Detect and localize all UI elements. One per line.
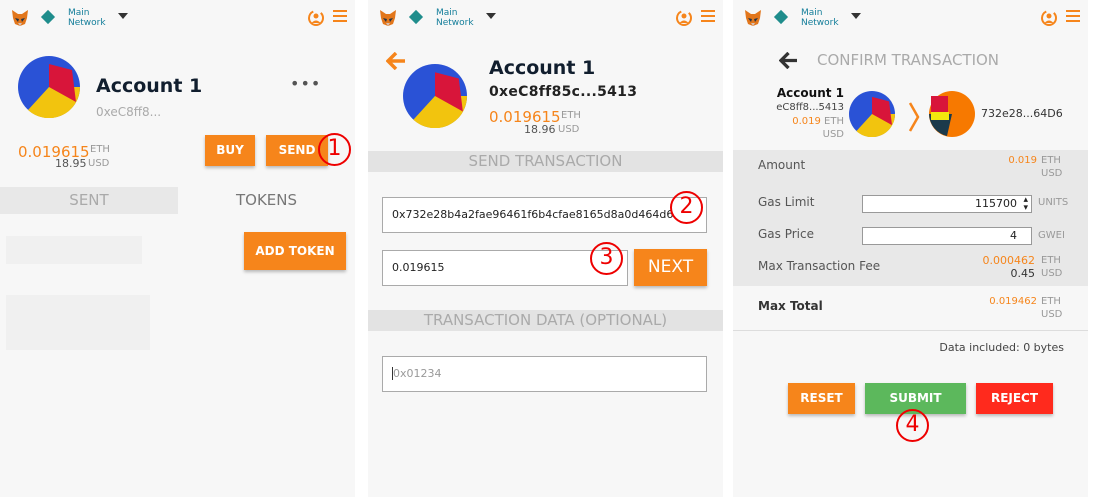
step-marker-2: 2 (670, 191, 703, 224)
from-account-avatar (849, 91, 895, 137)
section-send-transaction: SEND TRANSACTION (368, 151, 723, 172)
chevron-right-icon (908, 102, 920, 132)
metamask-fox-icon[interactable] (378, 8, 398, 28)
divider (733, 330, 1088, 331)
gas-price-input[interactable]: 4 (862, 227, 1032, 245)
reject-button[interactable]: REJECT (976, 383, 1053, 414)
top-bar: Main Network (368, 0, 723, 37)
to-address: 732e28...64D6 (981, 107, 1063, 120)
chevron-down-icon[interactable] (486, 13, 496, 19)
eth-unit: ETH (561, 110, 581, 121)
transaction-data-input[interactable]: 0x01234 (382, 356, 707, 392)
to-account-avatar (929, 91, 975, 137)
usd-balance: 18.95 (55, 157, 87, 170)
stepper-arrows-icon[interactable]: ▴ ▾ (1023, 196, 1028, 213)
max-total-usd-unit: USD (1041, 309, 1063, 320)
tab-sent[interactable]: SENT (0, 187, 178, 214)
from-balance: 0.019 ETH (733, 116, 844, 127)
network-icon[interactable] (40, 9, 56, 25)
add-token-button[interactable]: ADD TOKEN (244, 232, 346, 270)
network-icon[interactable] (408, 9, 424, 25)
reset-button[interactable]: RESET (788, 383, 855, 414)
metamask-fox-icon[interactable] (743, 8, 763, 28)
from-eth-unit: ETH (824, 116, 844, 127)
network-selector[interactable]: Main Network (801, 8, 839, 28)
chevron-down-icon[interactable] (118, 13, 128, 19)
eth-unit: ETH (90, 144, 110, 155)
account-address[interactable]: 0xeC8ff85c...5413 (489, 84, 637, 100)
data-placeholder: 0x01234 (392, 367, 442, 380)
token-placeholder-row (6, 295, 150, 350)
account-name: Account 1 (489, 57, 596, 79)
usd-unit: USD (88, 158, 110, 169)
buy-button[interactable]: BUY (205, 135, 255, 166)
wallet-panel-send: Main Network Account 1 0xeC8ff85c...5413 … (368, 0, 723, 497)
gas-limit-unit: UNITS (1038, 197, 1069, 208)
gas-limit-label: Gas Limit (758, 195, 815, 209)
hamburger-menu-icon[interactable] (333, 10, 347, 23)
amount-value: 0.019 (1008, 155, 1037, 166)
usd-unit: USD (558, 124, 580, 135)
tab-tokens[interactable]: TOKENS (178, 187, 355, 214)
hamburger-menu-icon[interactable] (1066, 10, 1080, 23)
step-marker-4: 4 (896, 409, 929, 442)
usd-balance: 18.96 (524, 123, 556, 136)
from-usd-unit: USD (822, 129, 844, 140)
from-eth-value: 0.019 (792, 116, 821, 127)
max-total-eth-unit: ETH (1041, 296, 1061, 307)
account-address[interactable]: 0xeC8ff8... (96, 105, 161, 119)
max-fee-eth-unit: ETH (1041, 255, 1061, 266)
top-bar: Main Network (0, 0, 355, 37)
recipient-address-input[interactable]: 0x732e28b4a2fae96461f6b4cfae8165d8a0d464… (382, 197, 707, 233)
network-icon[interactable] (773, 9, 789, 25)
max-fee-usd-unit: USD (1041, 268, 1063, 279)
amount-usd-unit: USD (1041, 168, 1063, 179)
account-avatar (403, 64, 467, 128)
metamask-fox-icon[interactable] (10, 8, 30, 28)
max-fee-usd: 0.45 (1010, 267, 1036, 280)
top-bar: Main Network (733, 0, 1088, 37)
max-fee-eth: 0.000462 (982, 254, 1036, 267)
next-button[interactable]: NEXT (634, 249, 707, 286)
page-title: CONFIRM TRANSACTION (817, 51, 1000, 69)
account-switch-icon[interactable] (1039, 8, 1059, 28)
from-account-name: Account 1 (776, 86, 844, 100)
gas-limit-value: 115700 (975, 197, 1017, 210)
amount-eth-unit: ETH (1041, 155, 1061, 166)
gas-price-unit: GWEI (1038, 230, 1065, 241)
step-marker-1: 1 (318, 133, 351, 166)
account-menu-icon[interactable]: ••• (290, 74, 321, 93)
network-selector[interactable]: Main Network (436, 8, 474, 28)
chevron-down-icon[interactable] (851, 13, 861, 19)
gas-price-label: Gas Price (758, 227, 814, 241)
account-switch-icon[interactable] (306, 8, 326, 28)
account-switch-icon[interactable] (674, 8, 694, 28)
hamburger-menu-icon[interactable] (701, 10, 715, 23)
step-marker-3: 3 (590, 242, 623, 275)
account-avatar (18, 56, 80, 118)
back-arrow-icon[interactable] (779, 52, 798, 69)
gas-limit-input[interactable]: 115700 ▴ ▾ (862, 195, 1032, 213)
token-placeholder-row (6, 236, 142, 264)
data-included-text: Data included: 0 bytes (939, 341, 1064, 354)
account-name: Account 1 (96, 75, 203, 97)
max-total-eth: 0.019462 (989, 296, 1037, 307)
from-address: eC8ff8...5413 (776, 102, 844, 113)
wallet-panel-account: Main Network Account 1 0xeC8ff8... ••• 0.… (0, 0, 355, 497)
section-transaction-data: TRANSACTION DATA (OPTIONAL) (368, 310, 723, 331)
wallet-panel-confirm: Main Network CONFIRM TRANSACTION Account … (733, 0, 1088, 497)
network-selector[interactable]: Main Network (68, 8, 106, 28)
